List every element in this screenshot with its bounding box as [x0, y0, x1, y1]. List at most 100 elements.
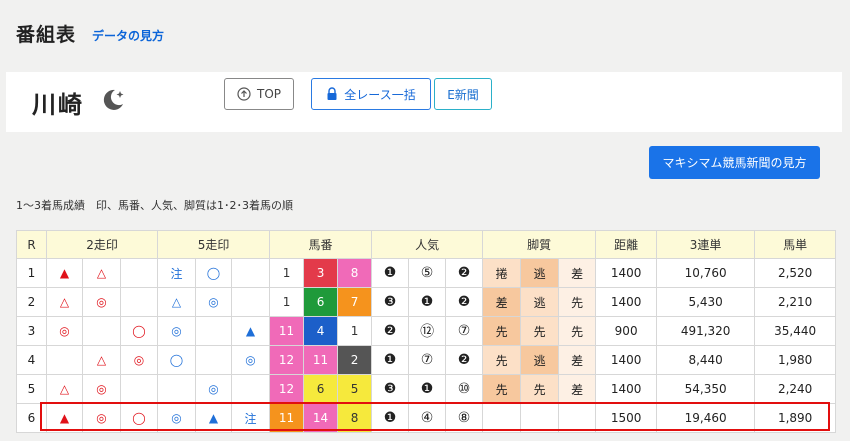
trifecta: 491,320	[656, 316, 756, 346]
mark5-1: ◎	[157, 403, 197, 433]
exacta: 1,890	[754, 403, 837, 433]
horse-number-3: 1	[337, 316, 373, 346]
table-row[interactable]: 4 △ ◎ ◯ ◎ 12 11 2 ❶ ⑦ ❷ 先 逃 差 1400 8,440…	[16, 345, 837, 375]
horse-number-1: 11	[269, 316, 305, 346]
popularity-3: ⑧	[445, 403, 484, 433]
night-moon-icon	[103, 89, 124, 110]
top-button-label: TOP	[256, 87, 281, 101]
distance: 1400	[595, 374, 658, 404]
results-table: R 2走印 5走印 馬番 人気 脚質 距離 3連単 馬単 1 ▲ △ 注 ◯ 1…	[16, 230, 837, 433]
distance: 1400	[595, 258, 658, 288]
maxim-guide-button[interactable]: マキシマム競馬新聞の見方	[649, 146, 820, 179]
mark2-2: ◎	[82, 287, 121, 317]
popularity-3: ⑩	[445, 374, 484, 404]
mark2-2: △	[82, 258, 121, 288]
trifecta: 19,460	[656, 403, 756, 433]
table-row[interactable]: 2 △ ◎ △ ◎ 1 6 7 ❸ ❶ ❷ 差 逃 先 1400 5,430 2…	[16, 287, 837, 317]
style-3	[558, 403, 597, 433]
venue-name: 川崎	[32, 91, 84, 119]
col-trifecta: 3連単	[656, 230, 756, 259]
horse-number-1: 12	[269, 345, 305, 375]
style-2: 逃	[520, 258, 560, 288]
horse-number-2: 6	[303, 374, 339, 404]
race-number: 3	[16, 316, 47, 346]
popularity-2: ⑦	[408, 345, 447, 375]
mark2-3: ◯	[119, 403, 159, 433]
trifecta: 54,350	[656, 374, 756, 404]
distance: 1400	[595, 345, 658, 375]
popularity-2: ⑤	[408, 258, 447, 288]
mark5-1: ◎	[157, 316, 197, 346]
popularity-1: ❸	[371, 374, 410, 404]
style-3: 先	[558, 316, 597, 346]
horse-number-1: 1	[269, 287, 305, 317]
race-number: 5	[16, 374, 47, 404]
mark5-2	[195, 316, 233, 346]
horse-number-1: 12	[269, 374, 305, 404]
race-number: 6	[16, 403, 47, 433]
exacta: 2,240	[754, 374, 837, 404]
results-note: 1〜3着馬成績 印、馬番、人気、脚質は1･2･3着馬の順	[16, 199, 293, 212]
mark2-2: △	[82, 345, 121, 375]
distance: 1500	[595, 403, 658, 433]
mark2-2: ◎	[82, 403, 121, 433]
mark5-3	[231, 287, 271, 317]
horse-number-3: 8	[337, 403, 373, 433]
exacta: 1,980	[754, 345, 837, 375]
mark2-1: △	[46, 287, 83, 317]
popularity-2: ❶	[408, 374, 447, 404]
mark2-1: △	[46, 374, 83, 404]
trifecta: 10,760	[656, 258, 756, 288]
horse-number-1: 1	[269, 258, 305, 288]
col-style: 脚質	[482, 230, 597, 259]
e-newspaper-button[interactable]: E新聞	[434, 78, 492, 110]
horse-number-3: 5	[337, 374, 373, 404]
mark5-2	[195, 345, 233, 375]
col-popularity: 人気	[371, 230, 484, 259]
col-mark2: 2走印	[45, 230, 159, 259]
col-distance: 距離	[595, 230, 658, 259]
popularity-3: ❷	[445, 287, 484, 317]
mark2-1	[46, 345, 83, 375]
horse-number-2: 4	[303, 316, 339, 346]
style-3: 差	[558, 345, 597, 375]
distance: 900	[595, 316, 658, 346]
data-guide-link[interactable]: データの見方	[92, 27, 164, 44]
table-row[interactable]: 5 △ ◎ ◎ 12 6 5 ❸ ❶ ⑩ 先 先 差 1400 54,350 2…	[16, 374, 837, 404]
horse-number-2: 6	[303, 287, 339, 317]
horse-number-2: 11	[303, 345, 339, 375]
popularity-3: ❷	[445, 345, 484, 375]
style-1: 先	[482, 316, 522, 346]
mark5-3: 注	[231, 403, 271, 433]
table-row[interactable]: 3 ◎ ◯ ◎ ▲ 11 4 1 ❷ ⑫ ⑦ 先 先 先 900 491,320…	[16, 316, 837, 346]
all-race-button[interactable]: 全レース一括	[311, 78, 431, 110]
mark5-3: ◎	[231, 345, 271, 375]
top-button[interactable]: TOP	[224, 78, 294, 110]
popularity-2: ❶	[408, 287, 447, 317]
mark5-1: ◯	[157, 345, 197, 375]
mark5-3: ▲	[231, 316, 271, 346]
table-row[interactable]: 1 ▲ △ 注 ◯ 1 3 8 ❶ ⑤ ❷ 捲 逃 差 1400 10,760 …	[16, 258, 837, 288]
style-1: 捲	[482, 258, 522, 288]
distance: 1400	[595, 287, 658, 317]
popularity-1: ❸	[371, 287, 410, 317]
popularity-2: ④	[408, 403, 447, 433]
mark5-2: ▲	[195, 403, 233, 433]
mark2-2	[82, 316, 121, 346]
race-number: 1	[16, 258, 47, 288]
trifecta: 5,430	[656, 287, 756, 317]
horse-number-3: 7	[337, 287, 373, 317]
mark5-2: ◎	[195, 287, 233, 317]
mark5-3	[231, 258, 271, 288]
mark5-3	[231, 374, 271, 404]
race-number: 4	[16, 345, 47, 375]
mark2-3	[119, 258, 159, 288]
popularity-1: ❶	[371, 258, 410, 288]
style-2	[520, 403, 560, 433]
e-newspaper-button-label: E新聞	[447, 87, 479, 102]
exacta: 2,520	[754, 258, 837, 288]
style-3: 先	[558, 287, 597, 317]
horse-number-3: 2	[337, 345, 373, 375]
table-row-selected[interactable]: 6 ▲ ◎ ◯ ◎ ▲ 注 11 14 8 ❶ ④ ⑧ 1500 19,460 …	[16, 403, 837, 433]
horse-number-2: 3	[303, 258, 339, 288]
